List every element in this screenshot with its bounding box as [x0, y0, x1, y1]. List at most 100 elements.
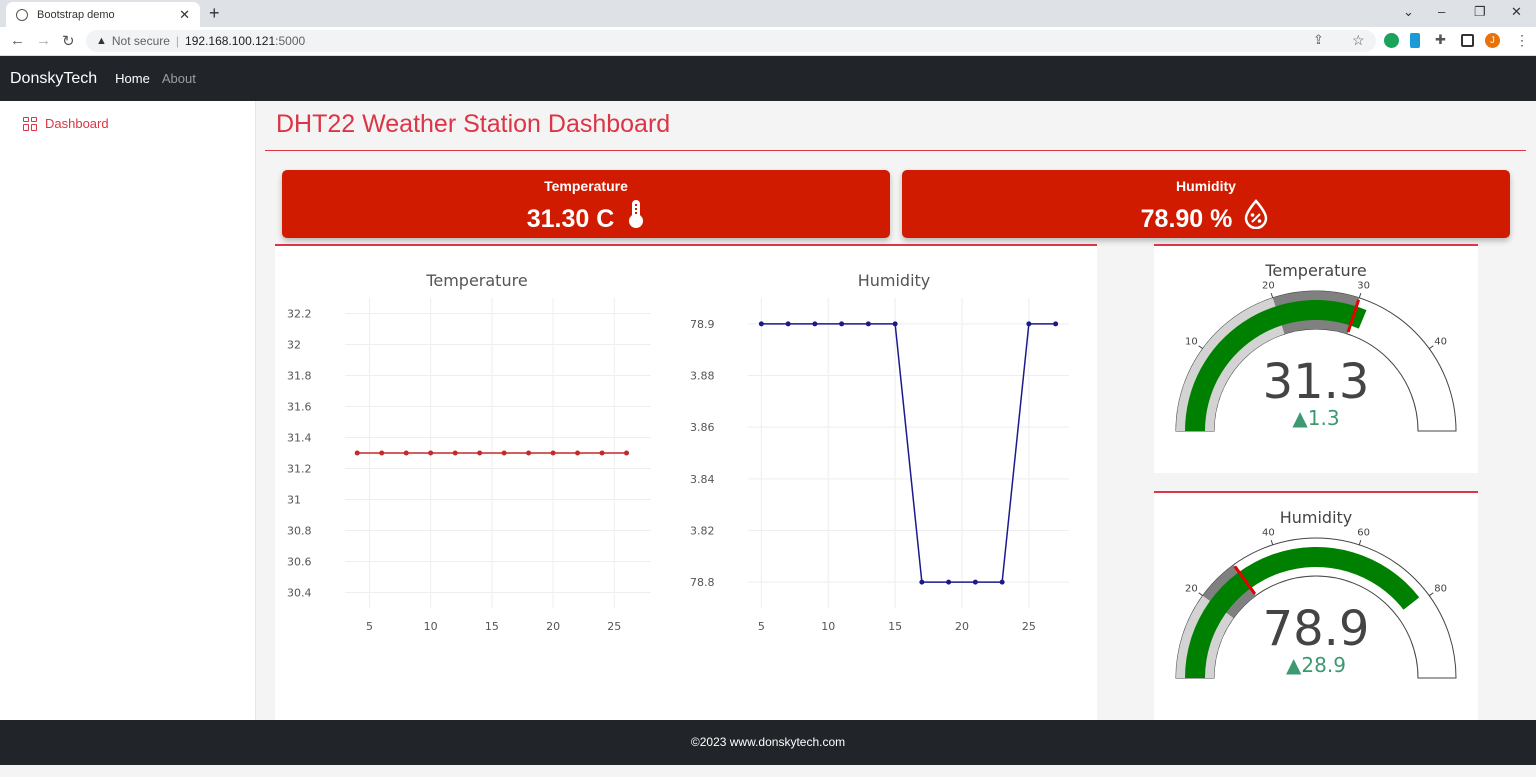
x-tick-label: 15 [485, 620, 499, 633]
nav-link-about[interactable]: About [162, 71, 196, 86]
y-tick-label: 78.9 [690, 318, 715, 331]
menu-kebab-icon[interactable]: ⋮ [1515, 32, 1529, 49]
sidebar-item-label: Dashboard [45, 116, 109, 131]
window-close-icon[interactable]: ✕ [1511, 4, 1522, 20]
gauge-tick-label: 60 [1357, 528, 1370, 539]
side-panel-icon[interactable] [1461, 34, 1474, 47]
gauge-tick-label: 40 [1434, 336, 1447, 347]
extension-icon[interactable] [1410, 33, 1420, 48]
gauge-tick [1428, 345, 1434, 350]
bookmark-star-icon[interactable]: ☆ [1352, 32, 1365, 49]
humidity-gauge: Humidity 20 40 60 80 78.9▲28.9 [1175, 508, 1457, 679]
series-line [761, 323, 1056, 583]
chart-title: Humidity [858, 271, 931, 290]
gauge-tick-label: 40 [1262, 528, 1275, 539]
grammarly-extension-icon[interactable] [1384, 33, 1399, 48]
data-point [354, 450, 360, 456]
gauge-tick [1198, 345, 1204, 350]
y-tick-label: 31.4 [287, 432, 312, 445]
address-bar[interactable]: ▲ Not secure | 192.168.100.121 :5000 [86, 30, 1376, 52]
x-tick-label: 20 [546, 620, 560, 633]
gauge-delta: ▲1.3 [1292, 406, 1339, 430]
profile-avatar[interactable]: J [1485, 33, 1500, 48]
data-point [812, 321, 818, 327]
tab-search-icon[interactable]: ⌄ [1403, 4, 1414, 20]
gauge-value: 31.3 [1263, 354, 1370, 410]
y-tick-label: 3.82 [690, 525, 715, 538]
data-point [526, 450, 532, 456]
humidity-gauge-panel: Humidity 20 40 60 80 78.9 ▲28.9 [1154, 491, 1478, 720]
x-tick-label: 5 [758, 620, 765, 633]
browser-tab-bar: Bootstrap demo ✕ + ⌄ – ❐ ✕ [0, 0, 1536, 27]
x-tick-label: 10 [424, 620, 438, 633]
gauge-tick-label: 10 [1185, 336, 1198, 347]
x-tick-label: 25 [607, 620, 621, 633]
data-point [1026, 321, 1032, 327]
chart-title: Temperature [425, 271, 527, 290]
sidebar-item-dashboard[interactable]: Dashboard [23, 116, 109, 131]
browser-tab[interactable]: Bootstrap demo ✕ [6, 2, 200, 27]
gauge-tick [1270, 539, 1274, 546]
footer: ©2023 www.donskytech.com [0, 720, 1536, 765]
browser-toolbar: ← → ↻ ▲ Not secure | 192.168.100.121 :50… [0, 27, 1536, 56]
restore-icon[interactable]: ❐ [1474, 4, 1486, 20]
x-tick-label: 20 [955, 620, 969, 633]
data-point [972, 579, 978, 585]
data-point [428, 450, 434, 456]
close-tab-icon[interactable]: ✕ [179, 7, 190, 23]
y-tick-label: 31.2 [287, 463, 312, 476]
humidity-drop-icon [1245, 199, 1268, 230]
y-tick-label: 31.8 [287, 370, 312, 383]
data-point [999, 579, 1005, 585]
humidity-card: Humidity 78.90 % [902, 170, 1510, 238]
line-charts-svg: Temperature 30.4 30.6 30.8 31 31.2 31.4 31.6 31.… [287, 271, 1069, 633]
x-tick-label: 10 [821, 620, 835, 633]
data-point [865, 321, 871, 327]
data-point [550, 450, 556, 456]
temperature-card-value-row: 31.30 C [282, 199, 890, 234]
tab-title: Bootstrap demo [37, 8, 115, 21]
data-point [785, 321, 791, 327]
humidity-card-value-row: 78.90 % [902, 199, 1510, 234]
data-point [892, 321, 898, 327]
y-tick-label: 3.84 [690, 473, 715, 486]
gauge-delta: ▲28.9 [1286, 653, 1346, 677]
thermometer-icon [629, 200, 644, 228]
data-point [599, 450, 605, 456]
globe-icon [16, 8, 28, 21]
url-separator: | [175, 34, 180, 48]
gauge-title: Humidity [1280, 508, 1353, 527]
brand-logo-text[interactable]: DonskyTech [10, 70, 97, 88]
forward-icon[interactable]: → [36, 32, 51, 49]
nav-link-home[interactable]: Home [115, 71, 150, 86]
y-tick-label: 30.8 [287, 525, 312, 538]
page-title: DHT22 Weather Station Dashboard [276, 110, 671, 138]
gauge-tick [1270, 292, 1274, 299]
extensions-puzzle-icon[interactable]: ✚ [1435, 32, 1446, 48]
back-icon[interactable]: ← [10, 32, 25, 49]
data-point [477, 450, 483, 456]
reload-icon[interactable]: ↻ [62, 32, 75, 50]
y-tick-label: 3.86 [690, 421, 715, 434]
gauge-tick [1198, 592, 1204, 597]
data-point [624, 450, 630, 456]
y-tick-label: 30.4 [287, 587, 312, 600]
data-point [575, 450, 581, 456]
data-point [839, 321, 845, 327]
temperature-card-value: 31.30 C [526, 205, 615, 233]
data-point [501, 450, 507, 456]
y-tick-label: 31 [287, 494, 301, 507]
new-tab-icon[interactable]: + [209, 3, 220, 24]
title-divider [265, 150, 1526, 151]
data-point [919, 579, 925, 585]
y-tick-label: 31.6 [287, 401, 312, 414]
humidity-card-label: Humidity [1176, 178, 1236, 194]
share-icon[interactable]: ⇪ [1313, 32, 1324, 48]
warning-icon: ▲ [96, 35, 107, 47]
minimize-icon[interactable]: – [1438, 4, 1445, 19]
gauge-value: 78.9 [1263, 601, 1370, 657]
x-tick-label: 5 [366, 620, 373, 633]
temperature-card-label: Temperature [544, 178, 628, 194]
dashboard-icon [23, 116, 37, 131]
site-navbar: DonskyTech Home About [0, 56, 1536, 101]
